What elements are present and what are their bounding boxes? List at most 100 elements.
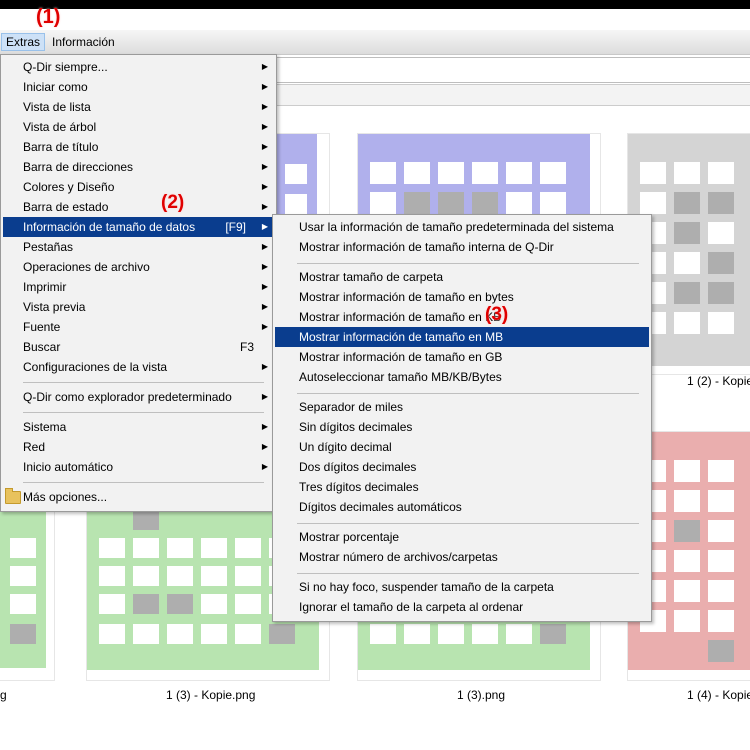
menu-item-label: Operaciones de archivo (23, 260, 150, 274)
menu-item-label: Q-Dir siempre... (23, 60, 108, 74)
submenu-item-percentage[interactable]: Mostrar porcentaje (275, 527, 649, 547)
menu-item-iniciar-como[interactable]: Iniciar como ▶ (3, 77, 274, 97)
menu-item-label: Iniciar como (23, 80, 88, 94)
submenu-arrow-icon: ▶ (261, 392, 268, 401)
menu-item-info-tamano[interactable]: Información de tamaño de datos [F9] ▶ (3, 217, 274, 237)
menu-item-label: Fuente (23, 320, 61, 334)
menu-item-label: Mostrar tamaño de carpeta (299, 270, 444, 284)
submenu-item-file-count[interactable]: Mostrar número de archivos/carpetas (275, 547, 649, 567)
submenu-arrow-icon: ▶ (261, 162, 268, 171)
file-caption-5[interactable]: 1 (4) - Kopie (687, 688, 750, 702)
submenu-item-folder-size[interactable]: Mostrar tamaño de carpeta (275, 267, 649, 287)
menu-item-label: Dígitos decimales automáticos (299, 500, 462, 514)
extras-menu: Q-Dir siempre... ▶ Iniciar como ▶ Vista de… (0, 54, 277, 512)
menu-item-buscar[interactable]: Buscar F3 (3, 337, 274, 357)
file-caption-4[interactable]: 1 (3).png (457, 688, 505, 702)
menu-item-label: Sistema (23, 420, 67, 434)
menu-item-label: Barra de título (23, 140, 99, 154)
menu-item-operaciones-archivo[interactable]: Operaciones de archivo ▶ (3, 257, 274, 277)
address-bar[interactable] (270, 57, 750, 83)
submenu-arrow-icon: ▶ (261, 142, 268, 151)
submenu-arrow-icon: ▶ (261, 182, 268, 191)
annotation-marker-3: (3) (485, 304, 509, 325)
menu-item-sistema[interactable]: Sistema ▶ (3, 417, 274, 437)
submenu-item-auto-size[interactable]: Autoseleccionar tamaño MB/KB/Bytes (275, 367, 649, 387)
submenu-item-gb[interactable]: Mostrar información de tamaño en GB (275, 347, 649, 367)
folder-icon (5, 488, 21, 504)
menu-item-barra-estado[interactable]: Barra de estado ▶ (3, 197, 274, 217)
menu-separator (297, 573, 639, 574)
menu-item-mas-opciones[interactable]: Más opciones... (3, 487, 274, 507)
submenu-item-auto-decimals[interactable]: Dígitos decimales automáticos (275, 497, 649, 517)
window-top-border (0, 0, 750, 9)
menu-item-inicio-automatico[interactable]: Inicio automático ▶ (3, 457, 274, 477)
submenu-item-mb[interactable]: Mostrar información de tamaño en MB (275, 327, 649, 347)
submenu-arrow-icon: ▶ (261, 202, 268, 211)
menu-item-label: Un dígito decimal (299, 440, 392, 454)
submenu-item-ignore-sort[interactable]: Ignorar el tamaño de la carpeta al orden… (275, 597, 649, 617)
menu-item-imprimir[interactable]: Imprimir ▶ (3, 277, 274, 297)
menu-informacion[interactable]: Información (48, 33, 119, 51)
thumbnail-green-edge[interactable] (0, 508, 54, 680)
menu-item-label: Ignorar el tamaño de la carpeta al orden… (299, 600, 524, 614)
menu-item-pestanas[interactable]: Pestañas ▶ (3, 237, 274, 257)
menu-item-colores-diseno[interactable]: Colores y Diseño ▶ (3, 177, 274, 197)
file-caption-1[interactable]: 1 (2) - Kopie (687, 374, 750, 388)
submenu-item-suspend-size[interactable]: Si no hay foco, suspender tamaño de la c… (275, 577, 649, 597)
menu-item-label: Mostrar información de tamaño en KB (299, 310, 502, 324)
menu-item-explorador-predeterminado[interactable]: Q-Dir como explorador predeterminado ▶ (3, 387, 274, 407)
menu-separator (297, 393, 639, 394)
menu-separator (23, 382, 264, 383)
submenu-arrow-icon: ▶ (261, 82, 268, 91)
submenu-item-three-decimals[interactable]: Tres dígitos decimales (275, 477, 649, 497)
menu-separator (297, 263, 639, 264)
menu-item-label: Q-Dir como explorador predeterminado (23, 390, 232, 404)
submenu-arrow-icon: ▶ (261, 262, 268, 271)
menu-item-label: Tres dígitos decimales (299, 480, 419, 494)
menu-item-label: Red (23, 440, 46, 454)
menu-item-label: Inicio automático (23, 460, 114, 474)
submenu-item-no-decimals[interactable]: Sin dígitos decimales (275, 417, 649, 437)
menu-item-label: Usar la información de tamaño predetermi… (299, 220, 614, 234)
menu-item-label: Mostrar número de archivos/carpetas (299, 550, 498, 564)
menu-item-label: Configuraciones de la vista (23, 360, 168, 374)
shortcut-label: [F9] (225, 220, 246, 234)
submenu-arrow-icon: ▶ (261, 242, 268, 251)
menu-separator (297, 523, 639, 524)
menu-item-barra-direcciones[interactable]: Barra de direcciones ▶ (3, 157, 274, 177)
submenu-item-kb[interactable]: Mostrar información de tamaño en KB (275, 307, 649, 327)
menu-item-config-vista[interactable]: Configuraciones de la vista ▶ (3, 357, 274, 377)
submenu-arrow-icon: ▶ (261, 322, 268, 331)
menu-item-label: Buscar (23, 340, 61, 354)
menu-item-label: Si no hay foco, suspender tamaño de la c… (299, 580, 554, 594)
submenu-item-internal-size[interactable]: Mostrar información de tamaño interna de… (275, 237, 649, 257)
submenu-item-bytes[interactable]: Mostrar información de tamaño en bytes (275, 287, 649, 307)
menu-item-label: Mostrar información de tamaño interna de… (299, 240, 554, 254)
menu-item-qdir-siempre[interactable]: Q-Dir siempre... ▶ (3, 57, 274, 77)
file-caption-3[interactable]: 1 (3) - Kopie.png (166, 688, 255, 702)
menu-item-label: Información de tamaño de datos (23, 220, 196, 234)
file-caption-2[interactable]: g (0, 688, 7, 702)
submenu-arrow-icon: ▶ (261, 422, 268, 431)
submenu-arrow-icon: ▶ (261, 62, 268, 71)
submenu-arrow-icon: ▶ (261, 362, 268, 371)
menu-item-red[interactable]: Red ▶ (3, 437, 274, 457)
menu-separator (23, 482, 264, 483)
menu-item-label: Mostrar información de tamaño en bytes (299, 290, 514, 304)
menu-item-vista-previa[interactable]: Vista previa ▶ (3, 297, 274, 317)
menu-item-label: Vista previa (23, 300, 86, 314)
submenu-item-one-decimal[interactable]: Un dígito decimal (275, 437, 649, 457)
column-header-bar (270, 84, 750, 106)
menu-item-barra-titulo[interactable]: Barra de título ▶ (3, 137, 274, 157)
menu-item-label: Vista de lista (23, 100, 91, 114)
menu-item-label: Sin dígitos decimales (299, 420, 413, 434)
submenu-item-thousands-sep[interactable]: Separador de miles (275, 397, 649, 417)
menu-extras[interactable]: Extras (1, 33, 46, 51)
submenu-item-default-size[interactable]: Usar la información de tamaño predetermi… (275, 217, 649, 237)
menu-item-vista-arbol[interactable]: Vista de árbol ▶ (3, 117, 274, 137)
menu-separator (23, 412, 264, 413)
menu-item-vista-lista[interactable]: Vista de lista ▶ (3, 97, 274, 117)
submenu-item-two-decimals[interactable]: Dos dígitos decimales (275, 457, 649, 477)
submenu-arrow-icon: ▶ (261, 282, 268, 291)
menu-item-fuente[interactable]: Fuente ▶ (3, 317, 274, 337)
